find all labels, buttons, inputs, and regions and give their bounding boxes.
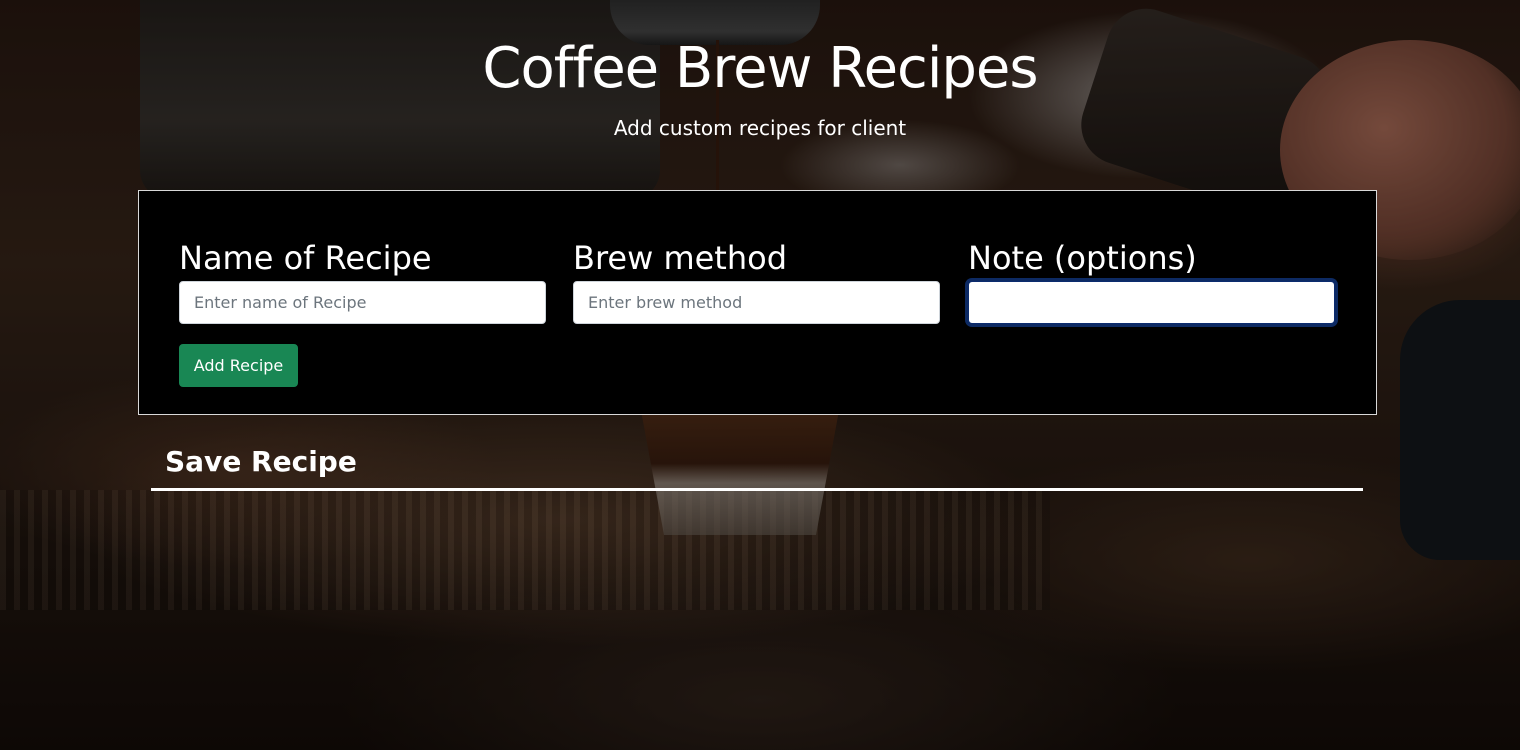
saved-recipes-heading: Save Recipe	[165, 445, 357, 478]
recipe-name-field-group: Name of Recipe	[179, 236, 546, 324]
recipe-name-input[interactable]	[179, 281, 546, 324]
add-recipe-form: Name of Recipe Brew method Note (options…	[138, 190, 1377, 415]
saved-recipes-section: Save Recipe	[151, 440, 1363, 491]
brew-method-input[interactable]	[573, 281, 940, 324]
page-subtitle: Add custom recipes for client	[613, 116, 907, 140]
note-field-group: Note (options)	[968, 236, 1335, 324]
saved-recipes-divider	[151, 488, 1363, 491]
page-header: Coffee Brew Recipes Add custom recipes f…	[0, 30, 1520, 142]
page-title: Coffee Brew Recipes	[482, 36, 1038, 101]
add-recipe-button[interactable]: Add Recipe	[179, 344, 298, 387]
note-input[interactable]	[968, 281, 1335, 324]
brew-method-field-group: Brew method	[573, 236, 940, 324]
note-label: Note (options)	[968, 239, 1197, 277]
recipe-name-label: Name of Recipe	[179, 239, 432, 277]
brew-method-label: Brew method	[573, 239, 788, 277]
